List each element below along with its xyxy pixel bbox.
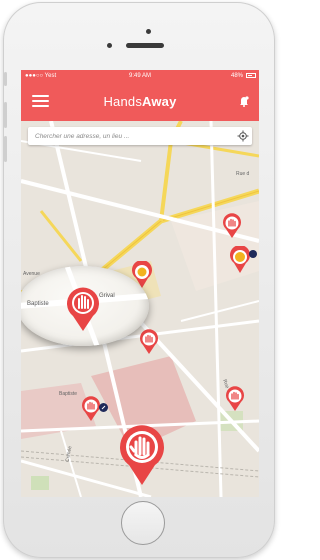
front-camera bbox=[107, 43, 112, 48]
search-input[interactable] bbox=[35, 127, 230, 145]
badge-icon bbox=[99, 403, 108, 412]
hand-stop-icon bbox=[67, 287, 99, 331]
hand-stop-icon bbox=[230, 245, 250, 273]
street-label: Baptiste bbox=[27, 301, 49, 307]
volume-down-button bbox=[4, 136, 7, 162]
status-bar: ●●●○○ Yest 9:49 AM 48% bbox=[21, 70, 259, 82]
hand-stop-pin[interactable] bbox=[225, 386, 245, 417]
hand-stop-pin-yellow[interactable] bbox=[229, 245, 251, 279]
app-screen: Avenue Rue d Rue Baptiste Crimée Baptist… bbox=[21, 70, 259, 497]
badge-icon bbox=[249, 250, 257, 258]
status-time: 9:49 AM bbox=[128, 73, 151, 79]
app-title: HandsAway bbox=[21, 94, 259, 109]
crosshair-locate-icon[interactable] bbox=[237, 130, 249, 142]
battery-percent: 48% bbox=[230, 73, 243, 79]
street-label: Grival bbox=[99, 293, 115, 299]
hand-stop-icon bbox=[223, 213, 241, 238]
hand-stop-icon bbox=[226, 386, 244, 411]
app-title-bold: Away bbox=[142, 94, 177, 109]
mute-switch bbox=[4, 72, 7, 86]
volume-up-button bbox=[4, 102, 7, 128]
battery-icon bbox=[246, 73, 256, 78]
front-sensor bbox=[146, 29, 151, 34]
hand-stop-pin[interactable] bbox=[222, 213, 242, 244]
notification-bell-icon[interactable] bbox=[239, 95, 249, 107]
hand-stop-pin-large[interactable] bbox=[117, 423, 167, 492]
user-badge bbox=[99, 399, 108, 417]
search-bar bbox=[28, 127, 252, 145]
hand-stop-pin[interactable] bbox=[81, 396, 101, 427]
street-label: Baptiste bbox=[59, 391, 78, 397]
app-header: HandsAway bbox=[21, 82, 259, 121]
user-badge bbox=[249, 245, 257, 263]
home-button[interactable] bbox=[121, 501, 165, 545]
map-view[interactable]: Avenue Rue d Rue Baptiste Crimée Baptist… bbox=[21, 120, 259, 497]
hand-stop-icon bbox=[82, 396, 100, 421]
magnifier-lens: Baptiste Grival bbox=[21, 266, 149, 346]
street-label: Rue d bbox=[236, 171, 250, 177]
earpiece-speaker bbox=[126, 43, 164, 48]
app-title-prefix: Hands bbox=[103, 94, 143, 109]
hand-stop-icon bbox=[120, 425, 164, 485]
